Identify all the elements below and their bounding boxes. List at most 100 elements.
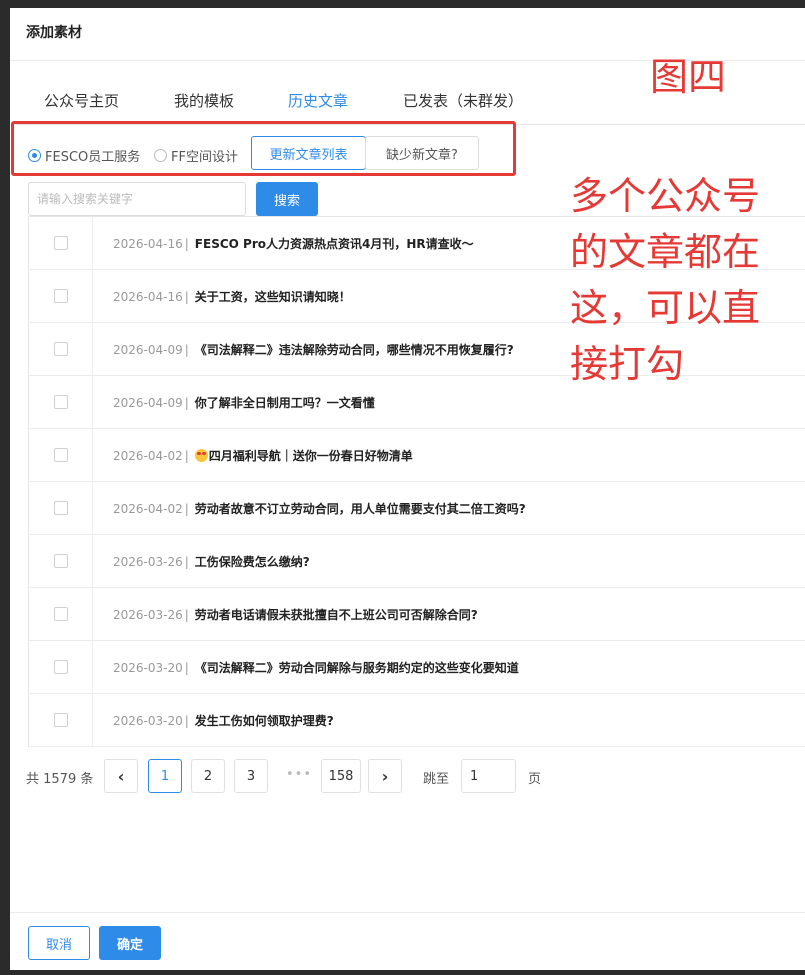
table-row[interactable]: 2026-03-20 | 《司法解释二》劳动合同解除与服务期约定的这些变化要知道: [29, 641, 805, 694]
article-date: 2026-04-02: [113, 448, 183, 463]
tab-my-templates[interactable]: 我的模板: [174, 90, 234, 111]
checkbox-cell: [29, 323, 93, 375]
article-date: 2026-04-09: [113, 395, 183, 410]
pagination: 共 1579 条 ‹ 1 2 3 ••• 158 › 跳至 页: [10, 759, 805, 795]
separator: |: [184, 660, 189, 675]
refresh-article-list-button[interactable]: 更新文章列表: [251, 136, 366, 170]
article-date: 2026-03-26: [113, 554, 183, 569]
row-checkbox[interactable]: [53, 342, 68, 356]
page-button-1[interactable]: 1: [148, 759, 182, 793]
radio-label: FF空间设计: [171, 150, 238, 165]
total-count: 共 1579 条: [26, 772, 94, 787]
article-date: 2026-04-09: [113, 342, 183, 357]
prev-page-button[interactable]: ‹: [104, 759, 138, 793]
row-checkbox[interactable]: [53, 395, 68, 409]
article-entry: 2026-03-20 | 发生工伤如何领取护理费?: [93, 712, 334, 729]
separator: |: [184, 607, 189, 622]
checkbox-cell: [29, 482, 93, 534]
row-checkbox[interactable]: [53, 713, 68, 727]
dialog-title: 添加素材: [26, 25, 82, 41]
tab-official-home[interactable]: 公众号主页: [44, 90, 119, 111]
annotation-figure-label: 图四: [650, 55, 727, 99]
radio-unselected-icon: [154, 149, 167, 162]
page-button-3[interactable]: 3: [234, 759, 268, 793]
row-checkbox[interactable]: [53, 501, 68, 515]
page-unit-label: 页: [528, 772, 542, 787]
article-entry: 2026-04-02 | 劳动者故意不订立劳动合同，用人单位需要支付其二倍工资吗?: [93, 500, 526, 517]
article-title: 劳动者故意不订立劳动合同，用人单位需要支付其二倍工资吗?: [194, 501, 526, 516]
star-eyes-emoji-icon: [194, 448, 208, 462]
checkbox-cell: [29, 694, 93, 746]
tab-history-articles[interactable]: 历史文章: [288, 90, 348, 111]
page-button-last[interactable]: 158: [321, 759, 361, 793]
article-entry: 2026-04-02 | 四月福利导航｜送你一份春日好物清单: [93, 447, 413, 464]
checkbox-cell: [29, 641, 93, 693]
article-title: 四月福利导航｜送你一份春日好物清单: [208, 448, 413, 463]
next-page-button[interactable]: ›: [368, 759, 402, 793]
checkbox-cell: [29, 429, 93, 481]
row-checkbox[interactable]: [53, 660, 68, 674]
article-date: 2026-04-02: [113, 501, 183, 516]
separator: |: [184, 554, 189, 569]
separator: |: [184, 395, 189, 410]
search-input[interactable]: [28, 182, 246, 216]
missing-articles-button[interactable]: 缺少新文章?: [365, 136, 479, 170]
table-row[interactable]: 2026-03-20 | 发生工伤如何领取护理费?: [29, 694, 805, 747]
confirm-button[interactable]: 确定: [99, 926, 161, 960]
article-title: 劳动者电话请假未获批擅自不上班公司可否解除合同?: [194, 607, 478, 622]
row-checkbox[interactable]: [53, 236, 68, 250]
article-title: FESCO Pro人力资源热点资讯4月刊，HR请查收～: [194, 236, 474, 251]
table-row[interactable]: 2026-04-02 | 四月福利导航｜送你一份春日好物清单: [29, 429, 805, 482]
article-title: 工伤保险费怎么缴纳?: [194, 554, 310, 569]
row-checkbox[interactable]: [53, 448, 68, 462]
article-entry: 2026-03-26 | 劳动者电话请假未获批擅自不上班公司可否解除合同?: [93, 606, 478, 623]
divider: [10, 912, 805, 913]
article-entry: 2026-04-16 | 关于工资，这些知识请知晓！: [93, 288, 351, 305]
pagination-ellipsis[interactable]: •••: [286, 767, 312, 782]
separator: |: [184, 236, 189, 251]
article-title: 《司法解释二》劳动合同解除与服务期约定的这些变化要知道: [194, 660, 519, 675]
table-row[interactable]: 2026-03-26 | 工伤保险费怎么缴纳?: [29, 535, 805, 588]
separator: |: [184, 289, 189, 304]
radio-account-ff[interactable]: FF空间设计: [154, 146, 238, 165]
row-checkbox[interactable]: [53, 554, 68, 568]
row-checkbox[interactable]: [53, 289, 68, 303]
annotation-note: 多个公众号的文章都在这，可以直接打勾: [570, 174, 761, 386]
separator: |: [184, 713, 189, 728]
cancel-button[interactable]: 取消: [28, 926, 90, 960]
search-button[interactable]: 搜索: [256, 182, 318, 216]
checkbox-cell: [29, 376, 93, 428]
article-entry: 2026-04-09 | 你了解非全日制用工吗？一文看懂: [93, 394, 375, 411]
article-entry: 2026-03-20 | 《司法解释二》劳动合同解除与服务期约定的这些变化要知道: [93, 659, 519, 676]
checkbox-cell: [29, 217, 93, 269]
article-date: 2026-03-26: [113, 607, 183, 622]
radio-selected-icon: [28, 149, 41, 162]
article-title: 你了解非全日制用工吗？一文看懂: [194, 395, 375, 410]
separator: |: [184, 342, 189, 357]
table-row[interactable]: 2026-03-26 | 劳动者电话请假未获批擅自不上班公司可否解除合同?: [29, 588, 805, 641]
jump-page-input[interactable]: [461, 759, 516, 793]
article-title: 发生工伤如何领取护理费?: [194, 713, 334, 728]
add-material-dialog: 添加素材 公众号主页 我的模板 历史文章 已发表（未群发） FESCO员工服务 …: [10, 8, 805, 970]
article-title: 《司法解释二》违法解除劳动合同，哪些情况不用恢复履行?: [194, 342, 514, 357]
article-entry: 2026-03-26 | 工伤保险费怎么缴纳?: [93, 553, 310, 570]
checkbox-cell: [29, 588, 93, 640]
article-entry: 2026-04-09 | 《司法解释二》违法解除劳动合同，哪些情况不用恢复履行?: [93, 341, 514, 358]
tab-published[interactable]: 已发表（未群发）: [403, 90, 523, 111]
checkbox-cell: [29, 535, 93, 587]
jump-label: 跳至: [423, 772, 450, 787]
radio-account-fesco[interactable]: FESCO员工服务: [28, 146, 140, 165]
article-date: 2026-04-16: [113, 289, 183, 304]
checkbox-cell: [29, 270, 93, 322]
separator: |: [184, 448, 189, 463]
article-date: 2026-04-16: [113, 236, 183, 251]
row-checkbox[interactable]: [53, 607, 68, 621]
page-button-2[interactable]: 2: [191, 759, 225, 793]
table-row[interactable]: 2026-04-02 | 劳动者故意不订立劳动合同，用人单位需要支付其二倍工资吗?: [29, 482, 805, 535]
article-date: 2026-03-20: [113, 713, 183, 728]
separator: |: [184, 501, 189, 516]
article-date: 2026-03-20: [113, 660, 183, 675]
article-entry: 2026-04-16 | FESCO Pro人力资源热点资讯4月刊，HR请查收～: [93, 235, 474, 252]
radio-label: FESCO员工服务: [45, 150, 141, 165]
article-title: 关于工资，这些知识请知晓！: [194, 289, 351, 304]
